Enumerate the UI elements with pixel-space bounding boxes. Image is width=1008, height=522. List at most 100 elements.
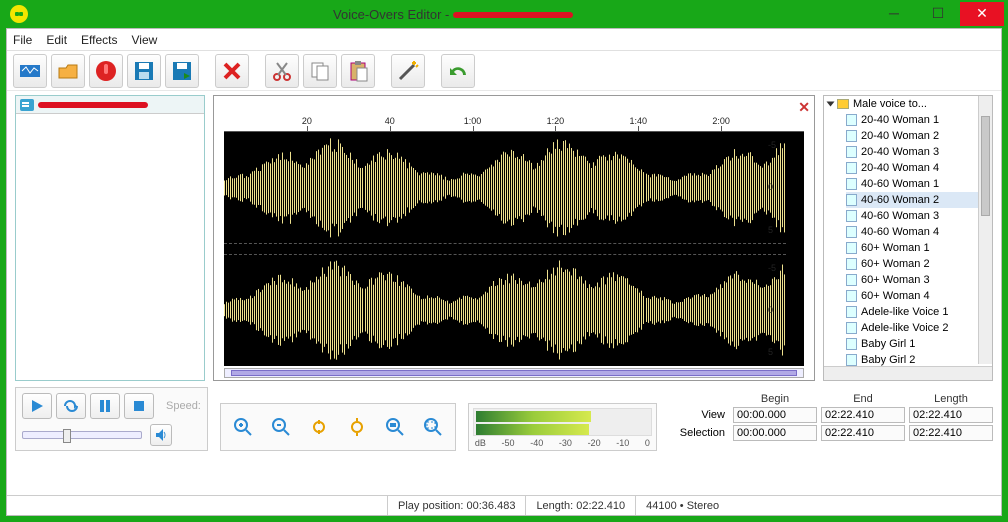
voice-preset-item[interactable]: 40-60 Woman 3 (846, 208, 992, 224)
meter-tick: -50 (502, 438, 515, 448)
menu-effects[interactable]: Effects (81, 33, 117, 47)
page-icon (846, 354, 857, 366)
close-button[interactable]: ✕ (960, 2, 1004, 26)
status-bar: Play position: 00:36.483 Length: 02:22.4… (7, 495, 1001, 515)
voice-preset-item[interactable]: 40-60 Woman 4 (846, 224, 992, 240)
selection-begin-field[interactable] (733, 425, 817, 441)
voice-preset-item[interactable]: 40-60 Woman 1 (846, 176, 992, 192)
page-icon (846, 306, 857, 318)
record-button[interactable] (89, 54, 123, 88)
zoom-sel-icon (423, 417, 443, 437)
voice-tree-root[interactable]: Male voice to... (824, 96, 992, 112)
col-end: End (821, 393, 905, 405)
selection-length-field[interactable] (909, 425, 993, 441)
zoom-v-in-icon (309, 417, 329, 437)
voice-preset-label: 20-40 Woman 4 (861, 162, 939, 174)
floppy-icon (132, 59, 156, 83)
meter-tick: -20 (588, 438, 601, 448)
voice-preset-item[interactable]: 60+ Woman 3 (846, 272, 992, 288)
zoom-selection-button[interactable] (419, 413, 447, 441)
paste-icon (346, 59, 370, 83)
voice-preset-item[interactable]: 20-40 Woman 3 (846, 144, 992, 160)
menu-view[interactable]: View (132, 33, 158, 47)
stop-icon (133, 400, 145, 412)
menu-file[interactable]: File (13, 33, 32, 47)
maximize-button[interactable]: ☐ (916, 2, 960, 26)
voice-preset-item[interactable]: 60+ Woman 2 (846, 256, 992, 272)
view-begin-field[interactable] (733, 407, 817, 423)
page-icon (846, 162, 857, 174)
level-meter-left (476, 411, 591, 422)
menu-edit[interactable]: Edit (46, 33, 67, 47)
minimize-button[interactable]: ─ (872, 2, 916, 26)
copy-icon (308, 59, 332, 83)
col-begin: Begin (733, 393, 817, 405)
waveform-close-icon[interactable]: ✕ (798, 99, 810, 116)
pause-icon (99, 399, 111, 413)
page-icon (846, 226, 857, 238)
voice-preset-label: Adele-like Voice 2 (861, 322, 948, 334)
zoom-vertical-in-button[interactable] (305, 413, 333, 441)
save-button[interactable] (127, 54, 161, 88)
page-icon (846, 130, 857, 142)
zoom-in-button[interactable] (229, 413, 257, 441)
meter-db-label: dB (475, 438, 486, 448)
voice-preset-item[interactable]: 20-40 Woman 4 (846, 160, 992, 176)
voice-preset-item[interactable]: Adele-like Voice 2 (846, 320, 992, 336)
voice-preset-item[interactable]: 60+ Woman 4 (846, 288, 992, 304)
effects-button[interactable] (391, 54, 425, 88)
zoom-v-out-icon (347, 417, 367, 437)
delete-button[interactable] (215, 54, 249, 88)
menu-bar: File Edit Effects View (7, 29, 1001, 51)
floppy-arrow-icon (170, 59, 194, 83)
volume-button[interactable] (150, 424, 172, 446)
open-button[interactable] (51, 54, 85, 88)
waveform-panel: ✕ 20401:001:201:402:00 -505 -505 (213, 95, 815, 381)
play-button[interactable] (22, 393, 52, 419)
x-delete-icon (220, 59, 244, 83)
voice-preset-item[interactable]: 20-40 Woman 1 (846, 112, 992, 128)
voice-preset-item[interactable]: 20-40 Woman 2 (846, 128, 992, 144)
microphone-icon (94, 59, 118, 83)
paste-button[interactable] (341, 54, 375, 88)
magic-wand-icon (396, 59, 420, 83)
copy-button[interactable] (303, 54, 337, 88)
status-play-position: Play position: 00:36.483 (387, 496, 525, 515)
pause-button[interactable] (90, 393, 120, 419)
toolbar (7, 51, 1001, 91)
loop-button[interactable] (56, 393, 86, 419)
voice-preset-item[interactable]: Adele-like Voice 1 (846, 304, 992, 320)
voice-preset-label: Baby Girl 2 (861, 354, 915, 366)
level-meter-right (476, 424, 589, 435)
voice-preset-label: Baby Girl 1 (861, 338, 915, 350)
new-wave-button[interactable] (13, 54, 47, 88)
waveform-display[interactable]: -505 -505 (224, 132, 804, 366)
voice-v-scrollbar[interactable] (978, 96, 992, 364)
view-end-field[interactable] (821, 407, 905, 423)
voice-preset-item[interactable]: 40-60 Woman 2 (846, 192, 992, 208)
zoom-vertical-out-button[interactable] (343, 413, 371, 441)
voice-h-scrollbar[interactable] (824, 366, 992, 380)
zoom-fit-button[interactable] (381, 413, 409, 441)
voice-preset-item[interactable]: 60+ Woman 1 (846, 240, 992, 256)
save-as-button[interactable] (165, 54, 199, 88)
view-length-field[interactable] (909, 407, 993, 423)
undo-button[interactable] (441, 54, 475, 88)
stop-button[interactable] (124, 393, 154, 419)
waveform-h-scrollbar[interactable] (224, 368, 804, 378)
cut-button[interactable] (265, 54, 299, 88)
y-tick: 0 (768, 183, 773, 192)
selection-end-field[interactable] (821, 425, 905, 441)
position-slider[interactable] (22, 431, 142, 439)
y-tick: -5 (768, 141, 776, 150)
play-icon (30, 399, 44, 413)
time-ruler[interactable]: 20401:001:201:402:00 (224, 116, 804, 132)
page-icon (846, 242, 857, 254)
track-header[interactable] (16, 96, 204, 114)
folder-open-icon (56, 59, 80, 83)
zoom-out-button[interactable] (267, 413, 295, 441)
wave-icon (18, 59, 42, 83)
voice-preset-label: 60+ Woman 3 (861, 274, 930, 286)
voice-preset-panel: Male voice to... 20-40 Woman 120-40 Woma… (823, 95, 993, 381)
voice-preset-item[interactable]: Baby Girl 1 (846, 336, 992, 352)
